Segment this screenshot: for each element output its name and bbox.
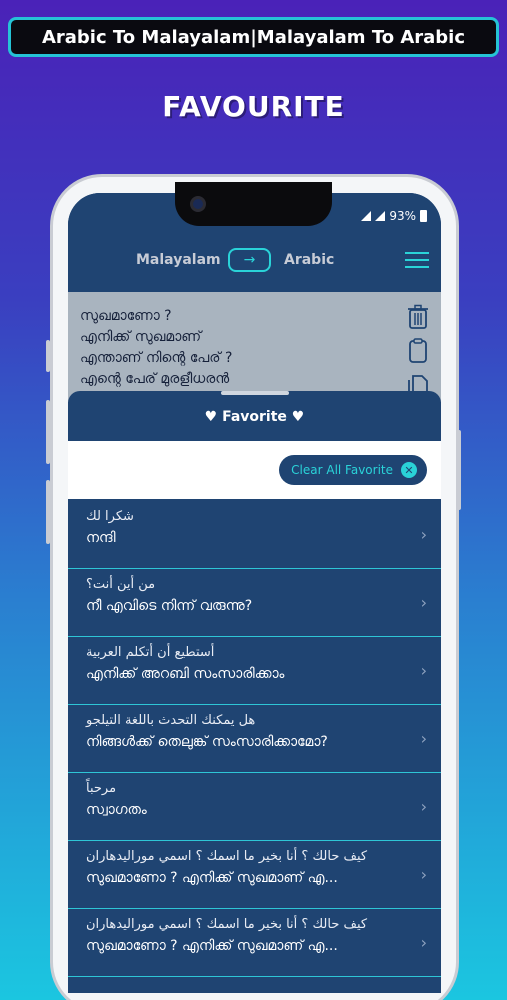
input-line: എന്താണ് നിന്റെ പേര് ? [80, 350, 233, 366]
battery-percent: 93% [389, 209, 416, 223]
arabic-text: كيف حالك ؟ أنا بخير ما اسمك ؟ اسمي مورال… [86, 849, 368, 864]
phone-side-button [457, 430, 461, 510]
battery-icon [420, 210, 427, 222]
swap-language-button[interactable]: → [228, 248, 271, 272]
arabic-text: من أين أنت؟ [86, 577, 156, 592]
list-item[interactable]: شكرا لك നന്ദി › [68, 501, 441, 569]
arabic-text: أستطيع أن أتكلم العربية [86, 645, 215, 660]
arrow-right-icon: → [243, 252, 256, 268]
chevron-right-icon: › [420, 661, 427, 680]
target-language[interactable]: Arabic [284, 252, 334, 268]
app-header: Malayalam → Arabic [68, 238, 441, 292]
input-text[interactable]: സുഖമാണോ ? എനിക്ക് സുഖമാണ് എന്താണ് നിന്റെ… [80, 306, 232, 390]
close-icon: ✕ [401, 462, 417, 478]
input-line: എന്റെ പേര് മുരളീധരൻ [80, 371, 230, 387]
chevron-right-icon: › [420, 797, 427, 816]
favorites-sheet: ♥ Favorite ♥ Clear All Favorite ✕ شكرا ل… [68, 391, 441, 993]
promo-title: FAVOURITE [162, 90, 345, 123]
favorites-list: شكرا لك നന്ദി › من أين أنت؟ നീ എവിടെ നിന… [68, 501, 441, 977]
signal-icon [361, 211, 372, 221]
malayalam-text: എനിക്ക് അറബി സംസാരിക്കാം [86, 666, 285, 682]
input-text-area[interactable]: സുഖമാണോ ? എനിക്ക് സുഖമാണ് എന്താണ് നിന്റെ… [68, 292, 441, 402]
input-line: സുഖമാണോ ? [80, 308, 172, 324]
chevron-right-icon: › [420, 525, 427, 544]
list-item[interactable]: من أين أنت؟ നീ എവിടെ നിന്ന് വരുന്നു? › [68, 569, 441, 637]
app-title-banner: Arabic To Malayalam|Malayalam To Arabic [8, 17, 499, 57]
drag-handle[interactable] [221, 391, 289, 395]
input-line: എനിക്ക് സുഖമാണ് [80, 329, 202, 345]
phone-side-button [46, 480, 50, 544]
chevron-right-icon: › [420, 729, 427, 748]
source-language[interactable]: Malayalam [136, 252, 221, 268]
arabic-text: كيف حالك ؟ أنا بخير ما اسمك ؟ اسمي مورال… [86, 917, 368, 932]
camera-icon [190, 196, 206, 212]
list-item[interactable]: أستطيع أن أتكلم العربية എനിക്ക് അറബി സംസ… [68, 637, 441, 705]
clear-bar: Clear All Favorite ✕ [68, 441, 441, 499]
phone-side-button [46, 340, 50, 372]
list-item[interactable]: مرحباً സ്വാഗതം › [68, 773, 441, 841]
phone-side-button [46, 400, 50, 464]
malayalam-text: നന്ദി [86, 530, 116, 546]
malayalam-text: സുഖമാണോ ? എനിക്ക് സുഖമാണ് എ... [86, 938, 338, 954]
chevron-right-icon: › [420, 593, 427, 612]
arabic-text: مرحباً [86, 781, 117, 796]
arabic-text: هل يمكنك التحدث باللغة التيلجو [86, 713, 256, 728]
arabic-text: شكرا لك [86, 509, 134, 524]
signal-icon [375, 211, 386, 221]
list-item[interactable]: كيف حالك ؟ أنا بخير ما اسمك ؟ اسمي مورال… [68, 841, 441, 909]
phone-screen: 93% Malayalam → Arabic സുഖമാണോ ? എനിക്ക്… [68, 193, 441, 993]
list-item[interactable]: هل يمكنك التحدث باللغة التيلجو നിങ്ങൾക്ക… [68, 705, 441, 773]
clear-all-label: Clear All Favorite [291, 463, 393, 477]
hamburger-menu-icon[interactable] [405, 252, 429, 268]
trash-icon[interactable] [407, 304, 429, 330]
banner-title: Arabic To Malayalam|Malayalam To Arabic [41, 26, 466, 48]
chevron-right-icon: › [420, 865, 427, 884]
malayalam-text: സ്വാഗതം [86, 802, 147, 818]
malayalam-text: സുഖമാണോ ? എനിക്ക് സുഖമാണ് എ... [86, 870, 338, 886]
list-item[interactable]: كيف حالك ؟ أنا بخير ما اسمك ؟ اسمي مورال… [68, 909, 441, 977]
clear-all-favorite-button[interactable]: Clear All Favorite ✕ [279, 455, 427, 485]
malayalam-text: നീ എവിടെ നിന്ന് വരുന്നു? [86, 598, 253, 614]
malayalam-text: നിങ്ങൾക്ക് തെലുങ്ക് സംസാരിക്കാമോ? [86, 734, 328, 750]
chevron-right-icon: › [420, 933, 427, 952]
sheet-title: ♥ Favorite ♥ [204, 409, 305, 425]
clipboard-icon[interactable] [407, 338, 429, 364]
